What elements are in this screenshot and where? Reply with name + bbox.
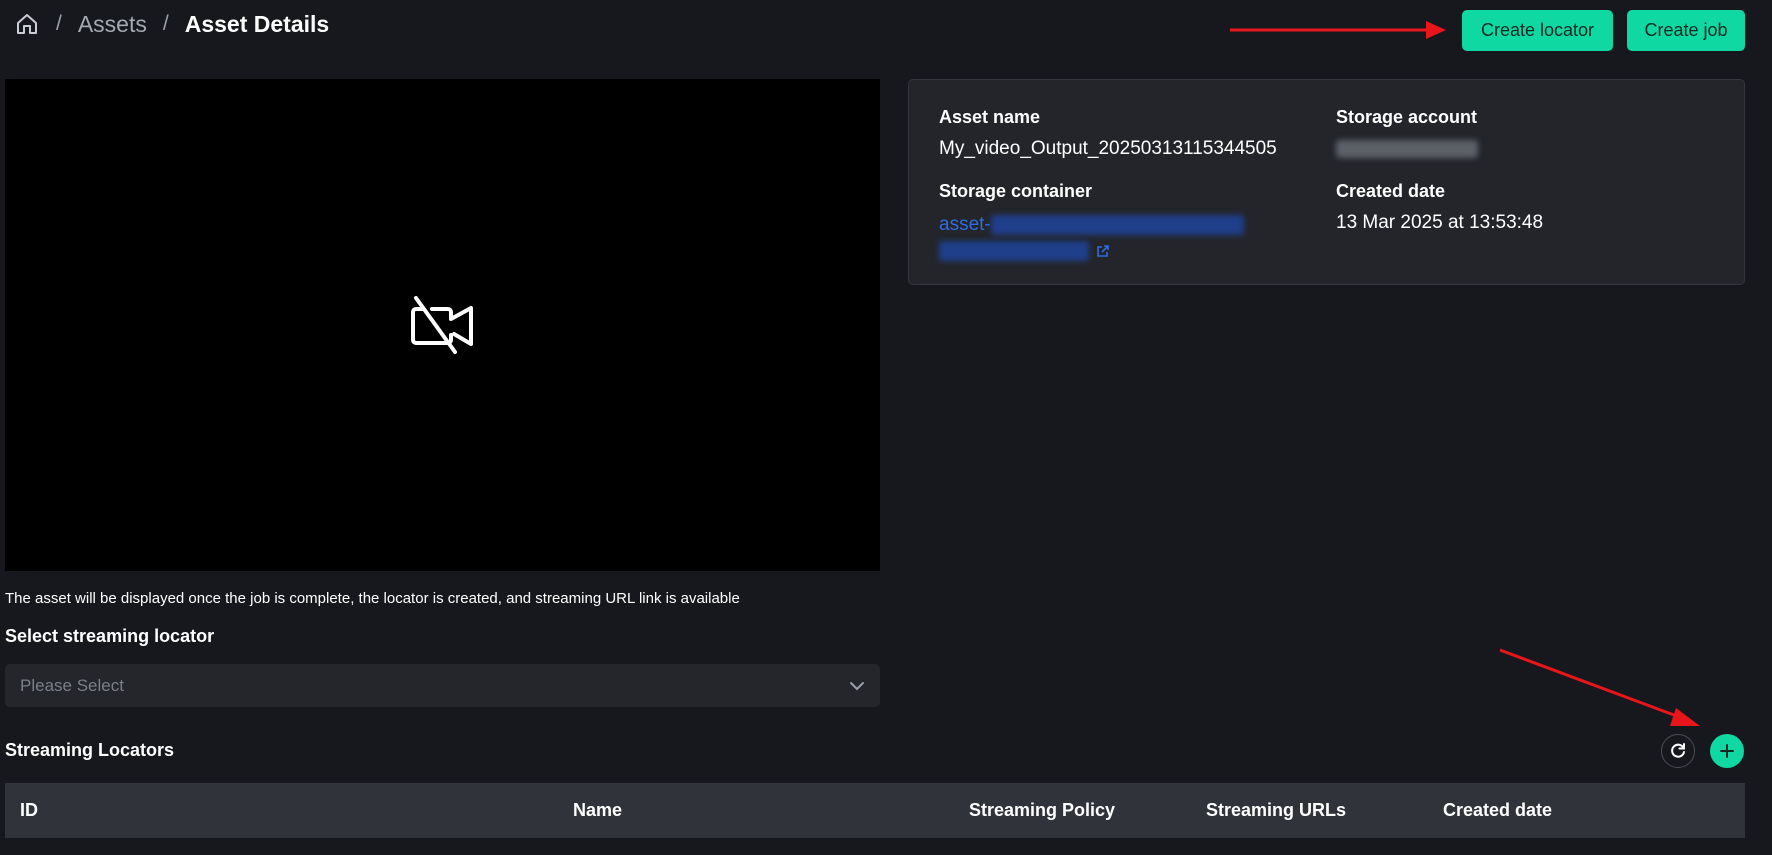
created-date-label: Created date xyxy=(1336,181,1446,201)
column-header-name[interactable]: Name xyxy=(573,800,622,821)
select-locator-label: Select streaming locator xyxy=(5,626,215,646)
streaming-locator-select[interactable]: Please Select xyxy=(5,664,880,707)
storage-account-field: Storage account xyxy=(1336,107,1478,163)
asset-details-page: / Assets / Asset Details Create locator … xyxy=(0,0,1772,855)
create-locator-button[interactable]: Create locator xyxy=(1462,10,1613,51)
storage-container-label: Storage container xyxy=(939,181,1093,201)
video-hint-text: The asset will be displayed once the job… xyxy=(5,590,740,607)
video-off-icon xyxy=(410,296,473,354)
plus-icon xyxy=(1720,744,1734,758)
breadcrumb-assets-link[interactable]: Assets xyxy=(78,11,147,38)
created-date-field: Created date 13 Mar 2025 at 13:53:48 xyxy=(1336,181,1543,234)
breadcrumb-separator: / xyxy=(56,12,62,35)
streaming-locators-title: Streaming Locators xyxy=(5,740,175,760)
home-icon[interactable] xyxy=(14,11,40,37)
created-date-value: 13 Mar 2025 at 13:53:48 xyxy=(1336,212,1544,233)
asset-name-value: My_video_Output_20250313115344505 xyxy=(939,138,1277,159)
storage-container-field: Storage container asset- xyxy=(939,181,1244,264)
refresh-button[interactable] xyxy=(1661,734,1695,768)
chevron-down-icon xyxy=(850,681,864,690)
storage-container-link[interactable]: asset- xyxy=(939,212,1244,264)
add-locator-button[interactable] xyxy=(1710,734,1744,768)
storage-container-redacted xyxy=(939,240,1089,261)
annotation-arrow-create-locator xyxy=(1230,21,1446,39)
storage-account-value-redacted xyxy=(1336,140,1478,158)
breadcrumb: / Assets / Asset Details xyxy=(14,8,329,40)
external-link-icon xyxy=(1097,245,1110,257)
column-header-created-date[interactable]: Created date xyxy=(1443,800,1552,821)
locators-table-header: ID Name Streaming Policy Streaming URLs … xyxy=(5,783,1745,838)
column-header-streaming-urls[interactable]: Streaming URLs xyxy=(1206,800,1346,821)
storage-container-prefix: asset- xyxy=(939,214,991,235)
annotation-arrow-add-locator xyxy=(1499,648,1700,726)
storage-container-redacted xyxy=(990,214,1244,235)
asset-name-label: Asset name xyxy=(939,107,1041,127)
column-header-streaming-policy[interactable]: Streaming Policy xyxy=(969,800,1115,821)
page-title: Asset Details xyxy=(184,10,330,37)
storage-account-label: Storage account xyxy=(1336,107,1478,127)
refresh-icon xyxy=(1671,743,1685,758)
breadcrumb-separator: / xyxy=(162,12,169,35)
video-preview xyxy=(5,79,880,571)
asset-name-field: Asset name My_video_Output_2025031311534… xyxy=(939,107,1277,160)
create-job-button[interactable]: Create job xyxy=(1627,10,1745,51)
column-header-id[interactable]: ID xyxy=(20,800,38,821)
asset-info-card: Asset name My_video_Output_2025031311534… xyxy=(908,79,1745,285)
select-placeholder: Please Select xyxy=(20,675,124,695)
